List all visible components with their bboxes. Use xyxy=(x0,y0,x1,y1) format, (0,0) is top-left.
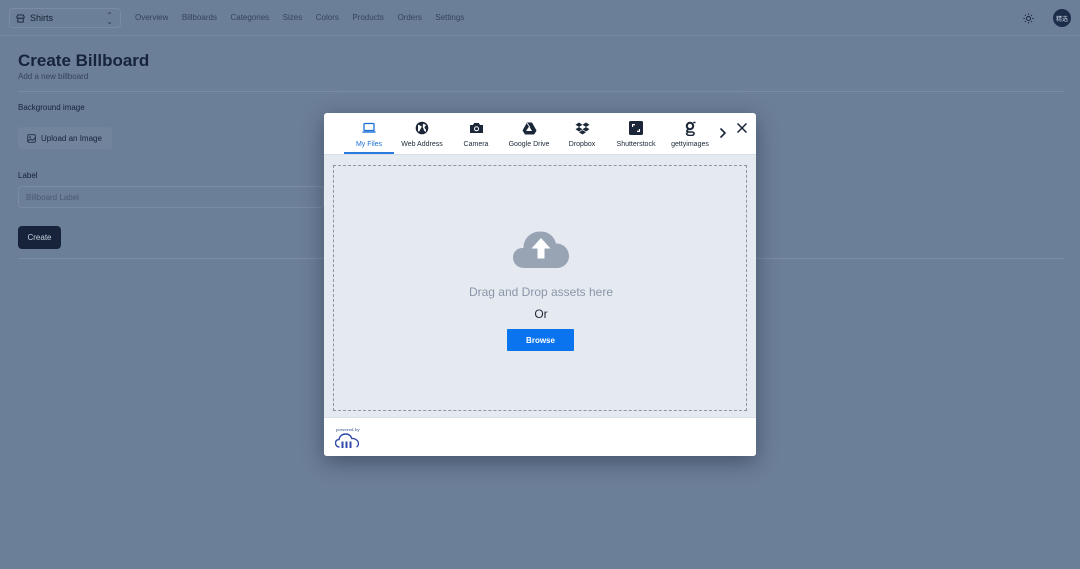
create-button[interactable]: Create xyxy=(18,226,61,249)
widget-footer: powered by xyxy=(324,417,756,456)
main-nav: Overview Billboards Categories Sizes Col… xyxy=(135,13,478,22)
theme-toggle-button[interactable] xyxy=(1018,8,1038,28)
laptop-icon xyxy=(362,121,376,135)
upload-widget-modal: My Files Web Address Camera Google Drive… xyxy=(324,113,756,456)
tab-web-address[interactable]: Web Address xyxy=(398,113,446,154)
tab-google-drive[interactable]: Google Drive xyxy=(508,113,550,154)
drop-area: Drag and Drop assets here Or Browse xyxy=(324,155,756,417)
label-field-label: Label xyxy=(18,171,38,180)
dropzone[interactable]: Drag and Drop assets here Or Browse xyxy=(333,165,747,411)
tab-gettyimages[interactable]: gettyimages xyxy=(670,113,710,154)
drag-drop-text: Drag and Drop assets here xyxy=(468,285,614,299)
image-plus-icon xyxy=(27,133,36,143)
chevron-up-down-icon: ⌃ ⌄ xyxy=(106,11,113,26)
billboard-label-input[interactable]: Billboard Label xyxy=(18,186,324,208)
nav-settings[interactable]: Settings xyxy=(435,13,464,22)
sun-icon xyxy=(1022,12,1034,24)
page-subtitle: Add a new billboard xyxy=(18,72,89,81)
cloud-upload-icon xyxy=(512,230,570,275)
divider xyxy=(18,91,1064,92)
chevron-right-icon xyxy=(719,127,727,139)
or-text: Or xyxy=(534,307,548,321)
tab-label: Dropbox xyxy=(568,141,596,148)
nav-categories[interactable]: Categories xyxy=(230,13,269,22)
more-sources-button[interactable] xyxy=(718,126,728,140)
tab-my-files[interactable]: My Files xyxy=(344,113,394,154)
tab-label: Camera xyxy=(463,141,489,148)
tab-camera[interactable]: Camera xyxy=(458,113,494,154)
tab-label: Web Address xyxy=(401,141,443,148)
browse-button[interactable]: Browse xyxy=(507,329,574,351)
powered-by-text: powered by xyxy=(336,427,360,432)
tab-dropbox[interactable]: Dropbox xyxy=(564,113,600,154)
nav-colors[interactable]: Colors xyxy=(316,13,339,22)
nav-products[interactable]: Products xyxy=(352,13,384,22)
tab-label: My Files xyxy=(355,141,383,148)
nav-overview[interactable]: Overview xyxy=(135,13,168,22)
background-image-label: Background image xyxy=(18,103,85,112)
close-modal-button[interactable] xyxy=(735,121,749,135)
upload-image-label: Upload an Image xyxy=(41,133,102,143)
store-switcher[interactable]: Shirts ⌃ ⌄ xyxy=(9,8,121,28)
cloudinary-logo-icon xyxy=(334,433,360,454)
nav-orders[interactable]: Orders xyxy=(397,13,421,22)
tab-label: gettyimages xyxy=(671,141,709,148)
user-avatar[interactable]: 精选 xyxy=(1053,9,1071,27)
nav-billboards[interactable]: Billboards xyxy=(182,13,217,22)
google-drive-icon xyxy=(522,121,537,135)
top-navbar: Shirts ⌃ ⌄ Overview Billboards Categories… xyxy=(0,0,1080,36)
page-title: Create Billboard xyxy=(18,51,150,70)
nav-sizes[interactable]: Sizes xyxy=(283,13,303,22)
upload-image-button[interactable]: Upload an Image xyxy=(18,127,112,149)
gettyimages-icon xyxy=(685,121,696,136)
close-icon xyxy=(736,122,748,134)
source-tabs: My Files Web Address Camera Google Drive… xyxy=(324,113,756,154)
globe-icon xyxy=(415,121,429,135)
store-name: Shirts xyxy=(30,13,54,23)
tab-label: Shutterstock xyxy=(616,141,656,148)
tab-label: Google Drive xyxy=(508,141,550,148)
tab-shutterstock[interactable]: Shutterstock xyxy=(614,113,658,154)
camera-icon xyxy=(469,121,484,135)
store-icon xyxy=(16,13,25,23)
shutterstock-icon xyxy=(629,121,643,135)
dropbox-icon xyxy=(575,121,590,135)
